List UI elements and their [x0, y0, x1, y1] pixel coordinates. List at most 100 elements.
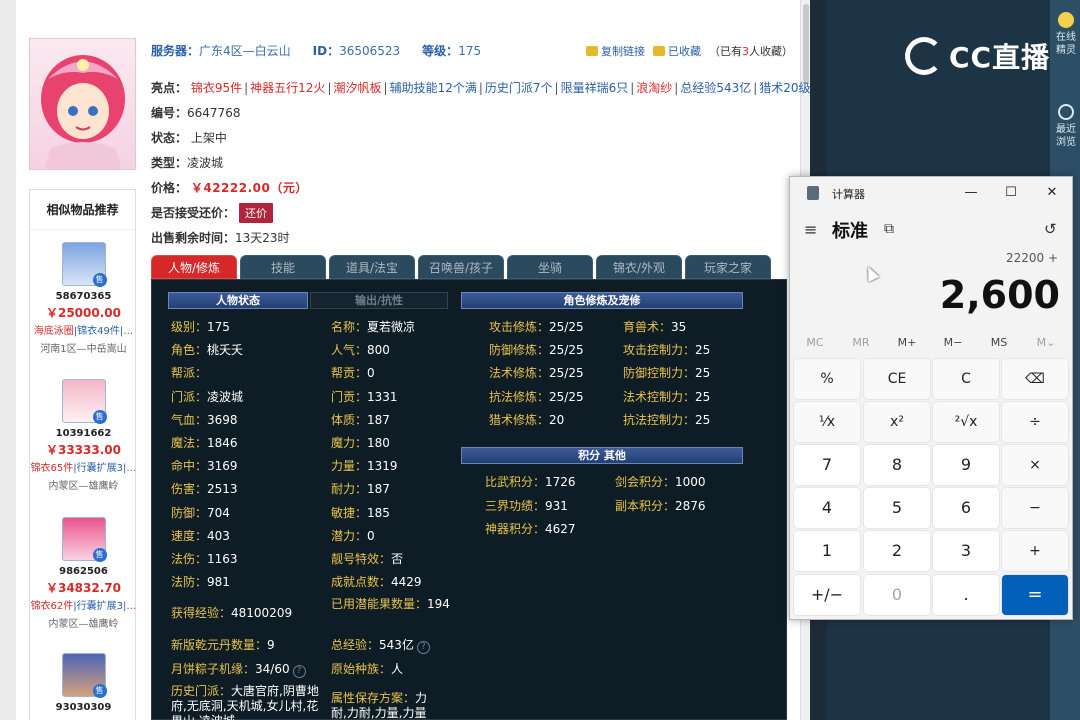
tab-home[interactable]: 玩家之家 [685, 255, 771, 279]
calc-key[interactable]: ²√x [933, 402, 999, 442]
calc-key[interactable]: ÷ [1002, 402, 1068, 442]
counter-offer-button[interactable]: 还价 [239, 203, 274, 223]
counter-label: 是否接受还价： [151, 206, 236, 220]
tab-items[interactable]: 道具/法宝 [329, 255, 415, 279]
item-id: 9862506 [59, 566, 108, 577]
calc-key[interactable]: − [1002, 488, 1068, 528]
stat-left-row-value: 1163 [207, 552, 238, 566]
calc-key[interactable]: 0 [864, 575, 930, 615]
stat-left-row-value: 704 [207, 505, 230, 520]
calc-key[interactable]: 6 [933, 488, 999, 528]
history-sect-row: 历史门派：大唐官府,阴曹地府,无底洞,天机城,女儿村,花果山,凌波城 [171, 684, 321, 720]
tab-mounts[interactable]: 坐骑 [507, 255, 593, 279]
calc-key[interactable]: x² [864, 402, 930, 442]
maximize-button[interactable]: ☐ [991, 179, 1031, 207]
cultivation-row-label: 防御修炼： [489, 343, 550, 358]
stat-mid-row-label: 靓号特效： [331, 552, 392, 566]
stat-left-row-label: 门派： [171, 389, 208, 404]
sale-tag: 售 [92, 684, 107, 698]
similar-item[interactable]: 售 10391662 ￥33333.00 锦衣65件|行囊扩展3|… 内蒙区—雄… [30, 379, 137, 492]
highlight-item[interactable]: 锦衣95件 [191, 81, 242, 95]
calc-key[interactable]: × [1002, 445, 1068, 485]
stat-left-row: 法防：981 [171, 573, 230, 590]
calc-key[interactable]: 5 [864, 488, 930, 528]
calc-key[interactable]: = [1002, 575, 1068, 615]
similar-item[interactable]: 售 93030309 [30, 653, 137, 713]
favorite-button[interactable]: 已收藏 [653, 43, 701, 59]
highlight-item[interactable]: 神器五行12火 [250, 81, 325, 95]
calc-key[interactable]: +/− [794, 575, 860, 615]
copy-link-label: 复制链接 [601, 45, 645, 58]
minimize-button[interactable]: — [951, 179, 991, 207]
calc-key[interactable]: + [1002, 531, 1068, 571]
memory-button[interactable]: M− [933, 336, 973, 349]
highlight-item[interactable]: 浪淘纱 [636, 81, 672, 95]
points-row-label: 神器积分： [485, 522, 546, 536]
desc-c: … [123, 326, 134, 337]
stat-mid-row: 力量：1319 [331, 457, 398, 474]
similar-item[interactable]: 售 9862506 ￥34832.70 锦衣62件|行囊扩展3|… 内蒙区—雄鹰… [30, 517, 137, 630]
calc-key[interactable]: 1 [794, 531, 860, 571]
highlight-item[interactable]: 总经验543亿 [680, 81, 751, 95]
tab-outfits[interactable]: 锦衣/外观 [596, 255, 682, 279]
calc-key[interactable]: 7 [794, 445, 860, 485]
calc-key[interactable]: . [933, 575, 999, 615]
recent-browse-button[interactable]: 最近浏览 [1052, 104, 1080, 149]
sprite-icon [1058, 12, 1074, 28]
calc-key[interactable]: CE [864, 359, 930, 399]
total-exp-row: 总经验：543亿? [331, 636, 430, 654]
stat-left-row: 命中：3169 [171, 457, 238, 474]
similar-item[interactable]: 售 58670365 ￥25000.00 海底泳圈|锦衣49件|… 河南1区—中… [30, 242, 137, 355]
item-thumbnail[interactable]: 售 [61, 517, 107, 562]
calc-key[interactable]: % [794, 359, 860, 399]
calc-key[interactable]: 4 [794, 488, 860, 528]
memory-button[interactable]: M+ [887, 336, 927, 349]
header-output-resist[interactable]: 输出/抗性 [310, 292, 448, 309]
stat-mid-row: 敏捷：185 [331, 504, 390, 521]
mooncake-row-value: 34/60 [255, 662, 290, 676]
highlight-item[interactable]: 限量祥瑞6只 [561, 81, 629, 95]
stat-mid-row-label: 帮贡： [331, 366, 368, 381]
header-points: 积分 其他 [461, 447, 743, 464]
calc-key[interactable]: ¹⁄x [794, 402, 860, 442]
control-row-value: 25 [695, 366, 711, 381]
tab-summons[interactable]: 召唤兽/孩子 [418, 255, 504, 279]
calc-key[interactable]: 2 [864, 531, 930, 571]
help-icon[interactable]: ? [292, 665, 306, 678]
memory-button[interactable]: MS [979, 336, 1019, 349]
help-icon[interactable]: ? [416, 641, 430, 654]
memory-button[interactable]: M⌄ [1026, 336, 1066, 349]
calc-key[interactable]: 8 [864, 445, 930, 485]
calc-key[interactable]: 3 [933, 531, 999, 571]
hamburger-menu-icon[interactable]: ≡ [804, 220, 817, 239]
item-thumbnail[interactable]: 售 [61, 379, 107, 424]
online-sprite-button[interactable]: 在线精灵 [1052, 12, 1080, 57]
close-button[interactable]: ✕ [1032, 179, 1072, 207]
keep-on-top-icon[interactable]: ⧉ [884, 221, 894, 237]
highlight-item[interactable]: 猎术20级 [759, 81, 810, 95]
memory-button[interactable]: MR [841, 336, 881, 349]
stat-left-row-label: 法防： [171, 575, 208, 590]
used-potential-row-value: 194 [427, 597, 450, 611]
header-character-status[interactable]: 人物状态 [168, 292, 308, 309]
calc-key[interactable]: 9 [933, 445, 999, 485]
copy-link-button[interactable]: 复制链接 [586, 43, 645, 59]
desc-a: 海底泳圈 [33, 326, 74, 337]
highlight-item[interactable]: 辅助技能12个满 [390, 81, 477, 95]
calc-key[interactable]: ⌫ [1002, 359, 1068, 399]
tab-character[interactable]: 人物/修炼 [151, 255, 237, 279]
item-desc: 海底泳圈|锦衣49件|… [33, 326, 134, 337]
calc-key[interactable]: C [933, 359, 999, 399]
memory-button[interactable]: MC [795, 336, 835, 349]
highlight-item[interactable]: 潮汐帆板 [334, 81, 382, 95]
highlight-item[interactable]: 历史门派7个 [485, 81, 553, 95]
item-id: 58670365 [55, 291, 112, 302]
scrollbar-thumb[interactable] [803, 4, 809, 84]
stat-left-row-label: 气血： [171, 412, 208, 427]
item-thumbnail[interactable]: 售 [61, 653, 107, 698]
tab-skills[interactable]: 技能 [240, 255, 326, 279]
sale-tag: 售 [92, 273, 107, 287]
history-icon[interactable]: ↺ [1044, 220, 1057, 238]
item-thumbnail[interactable]: 售 [61, 242, 107, 287]
stat-mid-row: 魔力：180 [331, 434, 390, 451]
